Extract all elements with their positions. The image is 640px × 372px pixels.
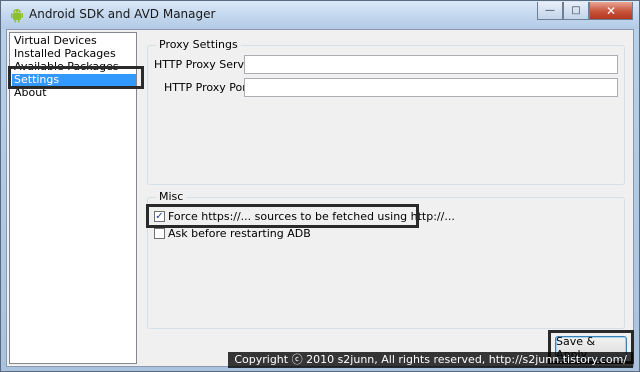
force-https-checkbox[interactable]: ✓ bbox=[154, 211, 165, 222]
nav-item-available-packages[interactable]: Available Packages bbox=[14, 61, 119, 73]
close-button[interactable]: ✕ bbox=[589, 2, 633, 20]
nav-item-settings[interactable]: Settings bbox=[12, 74, 136, 86]
android-icon bbox=[11, 9, 23, 23]
proxy-settings-legend: Proxy Settings bbox=[156, 38, 241, 51]
force-https-label: Force https://... sources to be fetched … bbox=[168, 210, 455, 223]
window-title: Android SDK and AVD Manager bbox=[29, 7, 216, 21]
force-https-row[interactable]: ✓ Force https://... sources to be fetche… bbox=[154, 210, 455, 223]
nav-item-virtual-devices[interactable]: Virtual Devices bbox=[14, 35, 97, 47]
nav-item-installed-packages[interactable]: Installed Packages bbox=[14, 48, 116, 60]
settings-panel: Proxy Settings HTTP Proxy Server HTTP Pr… bbox=[141, 32, 634, 364]
ask-restart-checkbox[interactable] bbox=[154, 228, 165, 239]
nav-list[interactable]: Virtual Devices Installed Packages Avail… bbox=[9, 32, 137, 364]
maximize-button[interactable]: □ bbox=[563, 2, 589, 20]
misc-group: Misc ✓ Force https://... sources to be f… bbox=[147, 190, 625, 329]
http-proxy-port-input[interactable] bbox=[244, 78, 618, 97]
title-bar[interactable]: Android SDK and AVD Manager — □ ✕ bbox=[1, 1, 639, 29]
minimize-button[interactable]: — bbox=[537, 2, 563, 20]
misc-legend: Misc bbox=[156, 190, 187, 203]
http-proxy-server-label: HTTP Proxy Server bbox=[154, 58, 256, 71]
client-area: Virtual Devices Installed Packages Avail… bbox=[6, 29, 634, 367]
http-proxy-server-input[interactable] bbox=[244, 55, 618, 74]
nav-item-about[interactable]: About bbox=[14, 87, 47, 99]
copyright-watermark: Copyright ⓒ 2010 s2junn, All rights rese… bbox=[228, 352, 633, 368]
ask-restart-row[interactable]: Ask before restarting ADB bbox=[154, 227, 311, 240]
app-window: Android SDK and AVD Manager — □ ✕ Virtua… bbox=[0, 0, 640, 372]
ask-restart-label: Ask before restarting ADB bbox=[168, 227, 311, 240]
proxy-settings-group: Proxy Settings HTTP Proxy Server HTTP Pr… bbox=[147, 38, 625, 185]
window-controls: — □ ✕ bbox=[537, 2, 633, 20]
http-proxy-port-label: HTTP Proxy Port bbox=[164, 81, 252, 94]
